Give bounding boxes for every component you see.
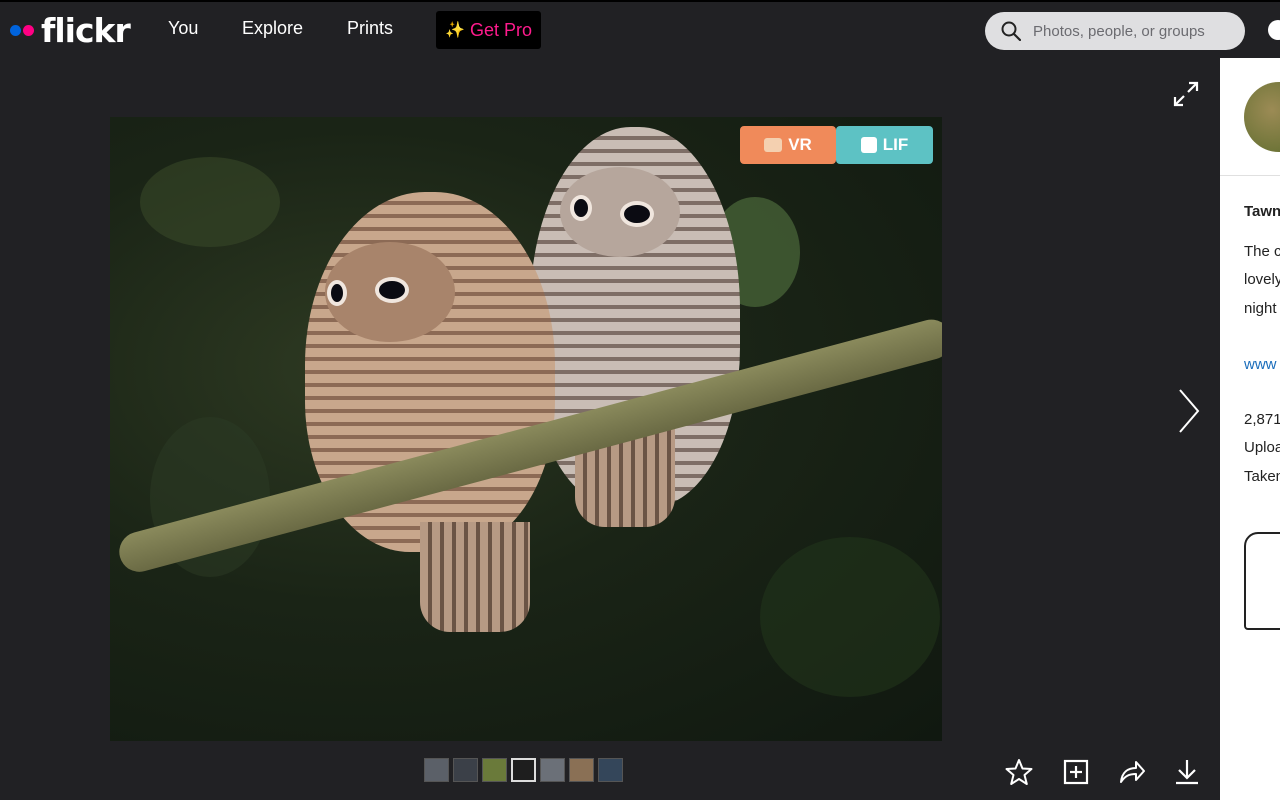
foliage [140, 157, 280, 247]
photo-info-sidebar: Tawn The c lovely night www 2,871 Uploa … [1220, 58, 1280, 800]
foliage [760, 537, 940, 697]
thumbnail[interactable] [482, 758, 507, 782]
download-icon[interactable] [1173, 758, 1201, 786]
thumbnail[interactable] [453, 758, 478, 782]
top-navigation: flickr You Explore Prints ✨ Get Pro [0, 0, 1280, 58]
get-pro-label: Get Pro [469, 19, 532, 40]
download-arrow-icon [860, 137, 877, 153]
photo-description-line: night [1244, 300, 1277, 317]
lif-label: LIF [882, 135, 909, 154]
nav-explore[interactable]: Explore [242, 18, 303, 39]
photostream-thumbnails [424, 758, 623, 782]
vr-button[interactable]: VR [740, 126, 836, 164]
thumbnail[interactable] [540, 758, 565, 782]
main-photo[interactable]: VR LIF [110, 117, 942, 741]
thumbnail-active[interactable] [511, 758, 536, 782]
fullscreen-icon[interactable] [1172, 80, 1200, 108]
owner-avatar[interactable] [1244, 82, 1280, 152]
sparkle-icon: ✨ [445, 22, 465, 39]
lif-download-button[interactable]: LIF [836, 126, 933, 164]
photo-title: Tawn [1244, 203, 1280, 220]
taken-date: Taken [1244, 468, 1280, 485]
vr-goggles-icon [764, 138, 783, 152]
photo-description-line: The c [1244, 243, 1280, 260]
photo-viewer: VR LIF [0, 58, 1220, 800]
upload-icon[interactable] [1268, 20, 1280, 40]
logo-text: flickr [41, 10, 131, 50]
owl-tail [420, 522, 530, 632]
thumbnail[interactable] [569, 758, 594, 782]
owl-eye [327, 280, 347, 306]
thumbnail[interactable] [598, 758, 623, 782]
owl-eye [570, 195, 592, 221]
vr-label: VR [788, 135, 812, 154]
divider [1220, 175, 1280, 176]
next-photo-icon[interactable] [1176, 388, 1202, 434]
views-count: 2,871 [1244, 411, 1280, 428]
owl-eye [620, 201, 654, 227]
search-icon [1001, 21, 1021, 41]
thumbnail[interactable] [424, 758, 449, 782]
search-box[interactable] [985, 12, 1245, 50]
nav-you[interactable]: You [168, 18, 198, 39]
favorite-icon[interactable] [1005, 758, 1033, 786]
share-icon[interactable] [1118, 758, 1146, 786]
owl-eye [375, 277, 409, 303]
get-pro-button[interactable]: ✨ Get Pro [436, 11, 541, 49]
nav-prints[interactable]: Prints [347, 18, 393, 39]
flickr-logo[interactable]: flickr [10, 10, 131, 50]
photo-description-line: lovely [1244, 271, 1280, 288]
logo-blue-dot [10, 24, 21, 36]
description-link[interactable]: www [1244, 356, 1277, 373]
uploaded-date: Uploa [1244, 439, 1280, 456]
logo-pink-dot [23, 24, 34, 36]
camera-illustration [1244, 532, 1280, 630]
add-to-gallery-icon[interactable] [1062, 758, 1090, 786]
search-input[interactable] [1033, 22, 1233, 40]
